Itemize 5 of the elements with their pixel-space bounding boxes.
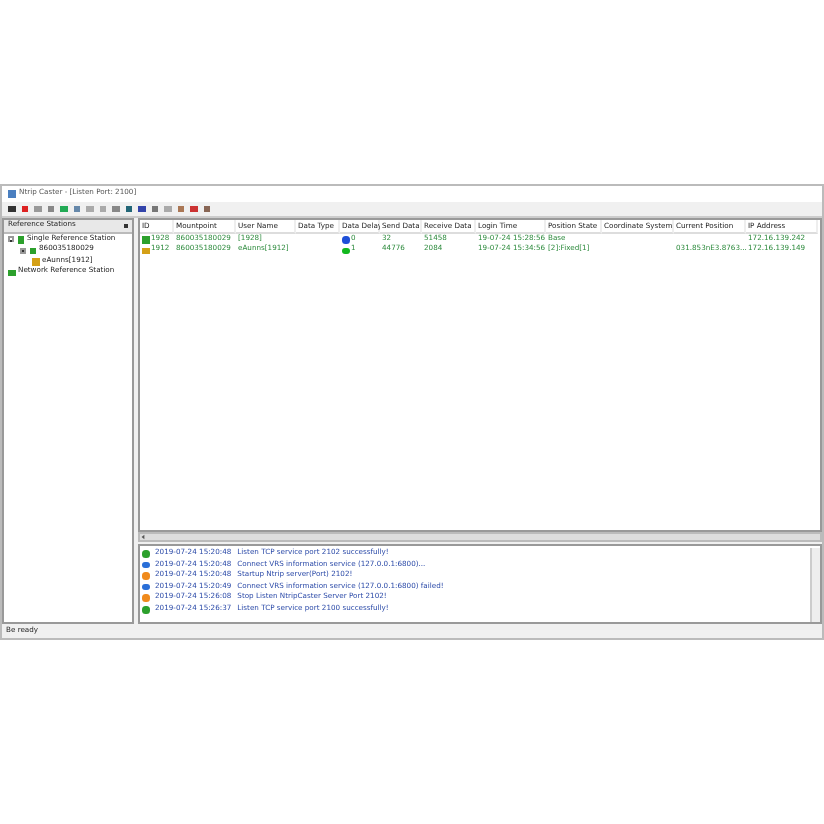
vertical-scrollbar[interactable] — [810, 548, 820, 622]
horizontal-scrollbar[interactable] — [138, 532, 822, 542]
collapse-icon[interactable] — [8, 236, 14, 243]
app-icon — [8, 190, 15, 198]
collapse-icon[interactable] — [20, 247, 26, 254]
